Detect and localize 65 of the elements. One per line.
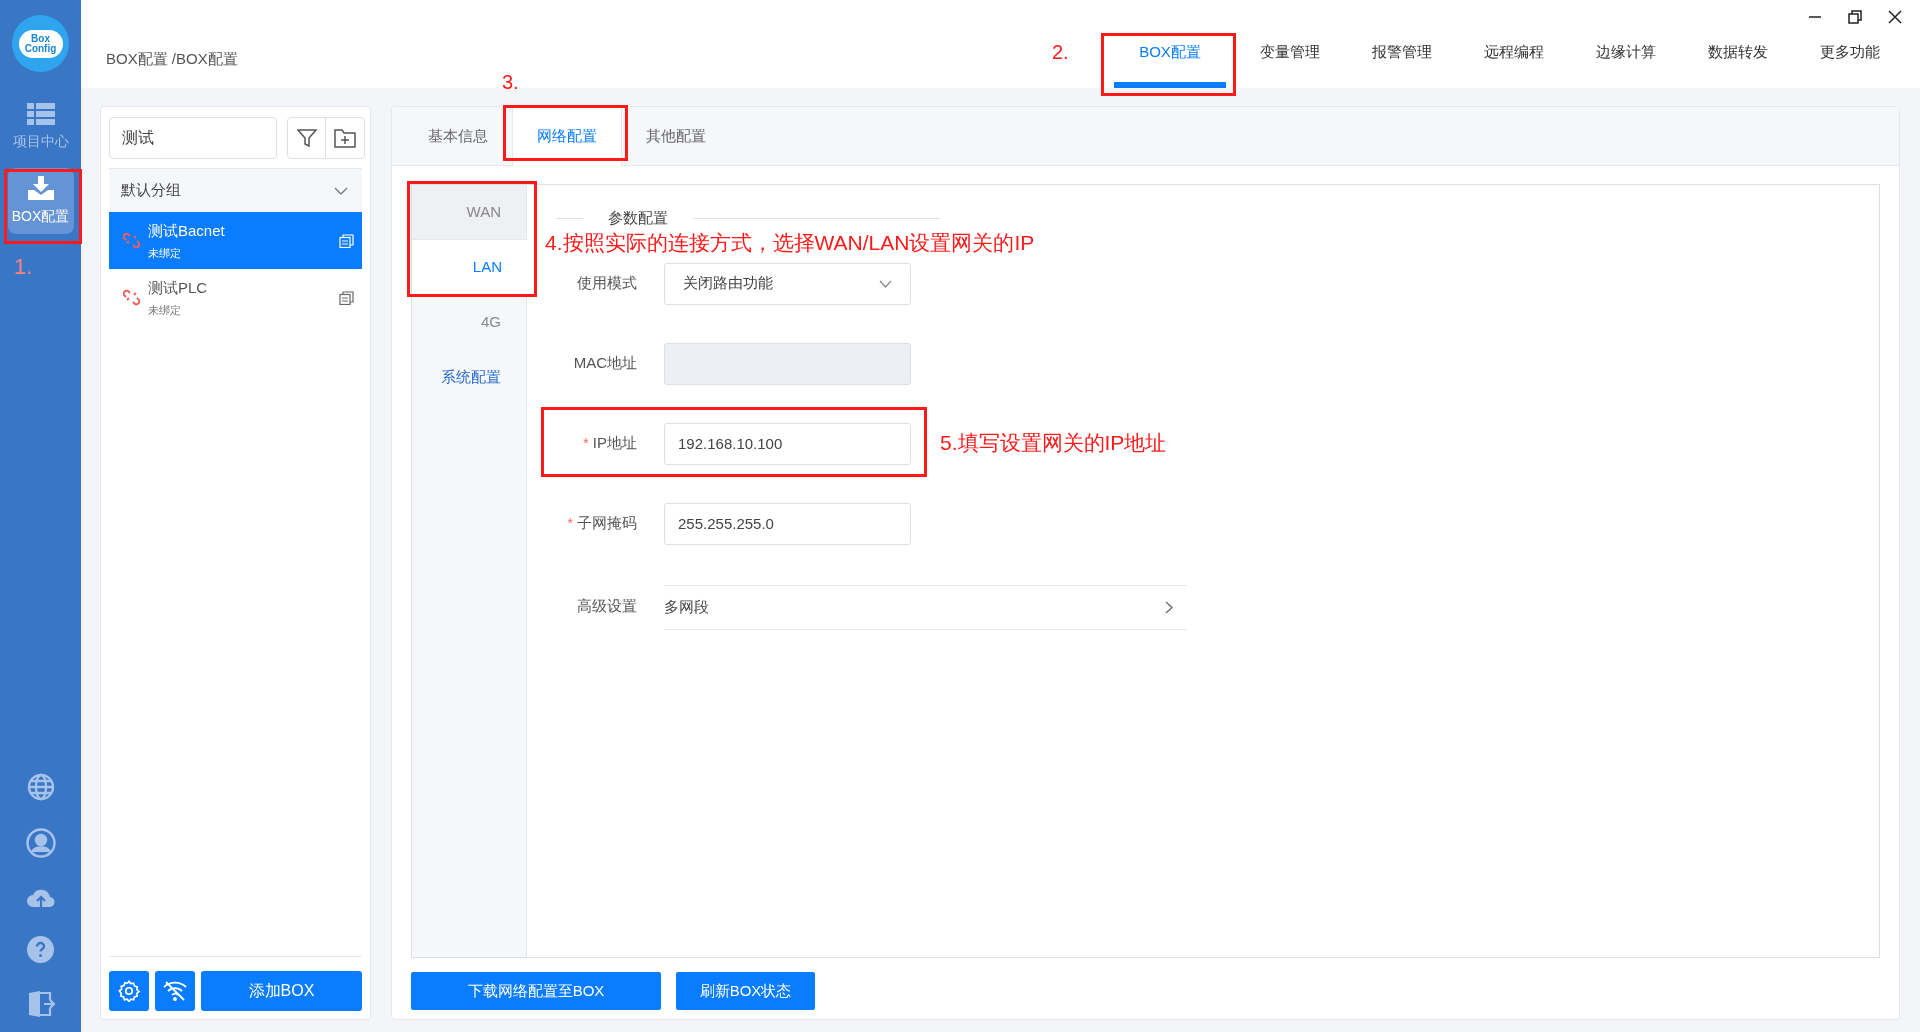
advanced-settings-row[interactable]: 多网段 [664, 584, 1187, 630]
device-name: 测试Bacnet [148, 220, 226, 241]
annotation-text: 4.按照实际的连接方式，选择WAN/LAN设置网关的IP [545, 232, 1035, 253]
section-title: 参数配置 [607, 208, 669, 228]
copy-icon[interactable] [339, 290, 354, 305]
config-tab[interactable]: 基本信息 [404, 107, 512, 165]
side-menu-tab[interactable]: WAN [412, 185, 526, 240]
text-input[interactable]: 192.168.10.100 [664, 422, 911, 465]
chevron-right-icon [1165, 600, 1173, 614]
broken-link-icon [123, 289, 140, 306]
add-box-button[interactable]: 添加BOX [201, 971, 362, 1011]
help-icon[interactable] [27, 936, 54, 963]
nav-tab[interactable]: 边缘计算 [1570, 38, 1682, 88]
restore-icon[interactable] [1848, 10, 1862, 24]
rail-item[interactable]: BOX配置 [7, 168, 74, 234]
settings-icon [118, 980, 140, 1002]
annotation-text: 2. [1052, 42, 1069, 62]
config-tab[interactable]: 其他配置 [622, 107, 730, 165]
user-icon[interactable] [25, 828, 56, 858]
close-icon[interactable] [1888, 10, 1902, 24]
annotation-text: 5.填写设置网关的IP地址 [940, 432, 1167, 453]
nav-tab[interactable]: 变量管理 [1234, 38, 1346, 88]
nav-tab[interactable]: 远程编程 [1458, 38, 1570, 88]
field-label: IP地址 [592, 434, 637, 452]
search-field[interactable]: 测试 [109, 117, 277, 159]
globe-icon[interactable] [26, 773, 55, 801]
chevron-down-icon [879, 279, 892, 288]
nav-tab[interactable]: 数据转发 [1682, 38, 1794, 88]
field-label: 子网掩码 [577, 514, 637, 532]
filter-icon [296, 128, 317, 148]
copy-icon[interactable] [339, 233, 354, 248]
wifi-off-icon [163, 980, 187, 1002]
chevron-icon [334, 186, 348, 195]
config-tab[interactable]: 网络配置 [512, 107, 622, 166]
breadcrumb: BOX配置 /BOX配置 [106, 49, 238, 69]
required-marker: * [567, 514, 573, 532]
list-icon [26, 102, 55, 125]
group-header[interactable]: 默认分组 [109, 169, 362, 212]
wifi-off-button[interactable] [155, 971, 195, 1011]
annotation-text: 3. [502, 72, 519, 92]
mode-select[interactable]: 关闭路由功能 [664, 262, 911, 305]
nav-tab[interactable]: 更多功能 [1794, 38, 1906, 88]
device-item[interactable]: 测试Bacnet 未绑定 [109, 212, 362, 269]
broken-link-icon [123, 232, 140, 249]
text-input[interactable]: 255.255.255.0 [664, 502, 911, 545]
nav-tab[interactable]: 报警管理 [1346, 38, 1458, 88]
field-label: MAC地址 [573, 354, 637, 372]
device-status: 未绑定 [148, 246, 182, 261]
side-menu-tab[interactable]: 4G [412, 295, 526, 350]
action-button[interactable]: 刷新BOX状态 [676, 972, 815, 1010]
annotation-text: 1. [14, 256, 33, 278]
field-label: 使用模式 [577, 274, 637, 292]
action-button[interactable]: 下载网络配置至BOX [411, 972, 661, 1010]
required-marker: * [582, 434, 589, 452]
device-status: 未绑定 [148, 303, 182, 318]
settings-button[interactable] [109, 971, 149, 1011]
logo-text: Config [24, 43, 57, 54]
side-menu-link[interactable]: 系统配置 [412, 350, 526, 405]
download-icon [27, 175, 54, 200]
field-label: 高级设置 [577, 596, 637, 614]
folder-plus-icon [334, 128, 356, 148]
side-menu-tab[interactable]: LAN [412, 240, 527, 295]
device-name: 测试PLC [148, 277, 209, 298]
logout-icon[interactable] [26, 990, 55, 1018]
logo-text: Box [31, 33, 50, 44]
